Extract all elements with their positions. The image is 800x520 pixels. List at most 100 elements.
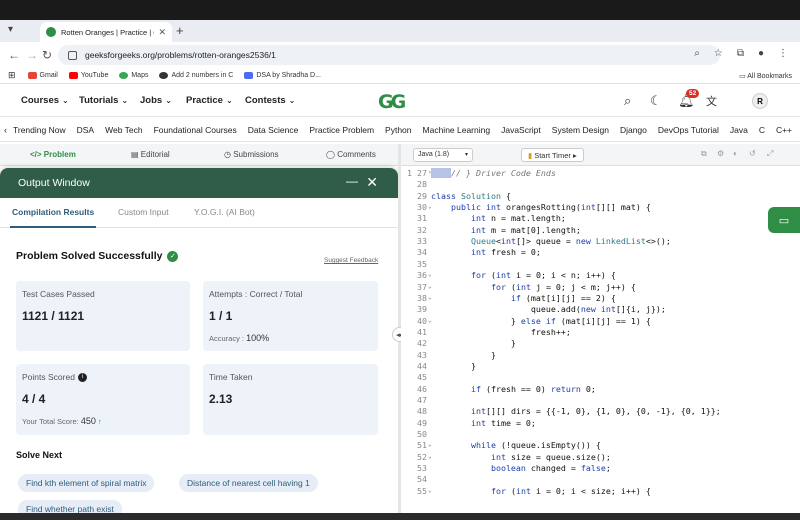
category-item[interactable]: DSA [77,125,94,135]
bookmark-dsa[interactable]: DSA by Shradha D... [244,72,321,79]
editor-toolbar: Java (1.8) ▾ ▮ Start Timer ▸ ⧉ ⚙ ◐ ↺ ⤢ [401,144,800,166]
apps-grid-icon[interactable]: ⊞ [8,70,16,81]
arrow-up-icon: ↑ [97,417,102,426]
tab-compilation-results[interactable]: Compilation Results [9,207,97,228]
youtube-icon [68,72,78,79]
close-tab-icon[interactable]: ✕ [158,27,166,38]
minimize-icon[interactable]: — [346,174,358,188]
settings-icon[interactable]: ⚙ [717,149,724,158]
menu-courses[interactable]: Courses ⌄ [21,95,69,106]
suggestion-chip[interactable]: Find kth element of spiral matrix [18,474,155,492]
tab-editorial[interactable]: ▤ Editorial [131,150,170,159]
status-message: Problem Solved Successfully ✓ [16,250,179,262]
search-icon[interactable]: ⌕ [624,93,631,109]
time-value: 2.13 [209,392,233,406]
category-item[interactable]: Data Science [248,125,299,135]
points-card: Points Scored i 4 / 4 Your Total Score: 4… [16,364,190,435]
menu-jobs[interactable]: Jobs ⌄ [140,95,172,106]
back-icon[interactable]: ← [8,48,20,62]
category-item[interactable]: Web Tech [105,125,143,135]
bookmark-maps[interactable]: Maps [119,72,148,79]
tab-search-icon[interactable]: ▾ [8,24,13,35]
browser-tab[interactable]: Rotten Oranges | Practice | G ✕ [40,22,172,42]
category-item[interactable]: Foundational Courses [154,125,237,135]
all-bookmarks[interactable]: ▭ All Bookmarks [739,72,792,80]
code-line: if (fresh == 0) return 0; [470,383,596,394]
tab-submissions[interactable]: ◷ Submissions [224,150,279,159]
tab-custom-input[interactable]: Custom Input [118,207,169,217]
profile-icon[interactable]: ● [758,48,764,59]
bookmark-gmail[interactable]: Gmail [27,72,58,79]
bookmark-youtube[interactable]: YouTube [68,72,108,79]
fullscreen-icon[interactable]: ⤢ [767,149,773,159]
tab-yogi-ai-bot[interactable]: Y.O.G.I. (AI Bot) [194,207,255,217]
reset-icon[interactable]: ↺ [749,149,756,158]
language-select[interactable]: Java (1.8) ▾ [413,148,473,162]
bookmark-star-icon[interactable]: ☆ [714,48,723,59]
extensions-icon[interactable]: ⧉ [737,48,744,59]
category-item[interactable]: DevOps Tutorial [658,125,719,135]
address-bar-row: ← → ↻ geeksforgeeks.org/problems/rotten-… [0,42,800,68]
menu-contests[interactable]: Contests ⌄ [245,95,295,106]
site-info-icon[interactable] [68,50,77,60]
menu-tutorials[interactable]: Tutorials ⌄ [79,95,128,106]
zoom-icon[interactable]: ⌕ [694,48,700,59]
category-item[interactable]: Django [620,125,647,135]
browser-menu-icon[interactable]: ⋮ [778,48,788,59]
code-editor[interactable]: 1 27 › // } Driver Code Ends 28 29 class S… [401,166,800,520]
attempts-card: Attempts : Correct / Total 1 / 1 Accurac… [203,281,378,351]
theme-icon[interactable]: ◐ [733,149,738,158]
problem-tabs: </> Problem ▤ Editorial ◷ Submissions ◯ … [0,144,398,166]
tab-comments[interactable]: ◯ Comments [326,150,376,159]
time-card: Time Taken 2.13 [203,364,378,435]
dark-mode-icon[interactable]: ☾ [650,93,662,109]
copy-icon[interactable]: ⧉ [701,149,707,159]
category-item[interactable]: C++ [776,125,792,135]
url-field[interactable]: geeksforgeeks.org/problems/rotten-orange… [58,45,720,65]
code-line: int n = mat.length; [470,213,566,224]
scroll-left-icon[interactable]: ‹ [4,125,7,135]
line-number: 53 [417,463,427,474]
category-item[interactable]: JavaScript [501,125,541,135]
line-number: 41 [417,326,427,337]
suggest-feedback-link[interactable]: Suggest Feedback [324,257,378,264]
chat-icon[interactable]: ▭ [768,207,800,233]
gfg-logo[interactable]: GG [378,91,422,113]
translate-icon[interactable]: 文 [706,93,717,109]
test-cases-label: Test Cases Passed [22,289,95,299]
category-item[interactable]: C [759,125,765,135]
test-cases-card: Test Cases Passed 1121 / 1121 [16,281,190,351]
new-tab-icon[interactable]: + [176,23,184,38]
points-label: Points Scored i [22,372,87,383]
line-number: 49 [417,417,427,428]
suggestion-chip[interactable]: Distance of nearest cell having 1 [179,474,318,492]
code-line: // } Driver Code Ends [431,168,556,178]
category-item[interactable]: System Design [552,125,609,135]
chevron-down-icon: ⌄ [121,96,129,105]
category-item[interactable]: Practice Problem [309,125,374,135]
site-header: Courses ⌄ Tutorials ⌄ Jobs ⌄ Practice ⌄ Cont… [0,85,800,117]
code-line: fresh++; [431,326,571,337]
notification-badge: 52 [686,89,700,98]
gmail-icon [27,72,37,79]
reload-icon[interactable]: ↻ [42,48,52,62]
tab-problem[interactable]: </> Problem [30,150,76,159]
info-icon[interactable]: i [77,373,87,383]
line-number: 40 [417,315,427,326]
forward-icon[interactable]: → [26,48,38,62]
menu-practice[interactable]: Practice ⌄ [186,95,233,106]
avatar[interactable]: R [752,93,768,109]
line-number: 55 [417,485,427,496]
category-item[interactable]: Trending Now [13,125,66,135]
points-value: 4 / 4 [22,392,46,406]
category-item[interactable]: Java [730,125,748,135]
test-cases-value: 1121 / 1121 [22,309,85,323]
category-item[interactable]: Python [385,125,411,135]
attempts-label: Attempts : Correct / Total [209,289,303,299]
line-number: 37 [417,281,427,292]
start-timer-button[interactable]: ▮ Start Timer ▸ [521,148,584,162]
category-item[interactable]: Machine Learning [423,125,491,135]
bookmark-add-numbers[interactable]: Add 2 numbers in C [159,72,233,79]
line-number: 30 [417,202,427,213]
close-icon[interactable]: ✕ [366,174,378,191]
